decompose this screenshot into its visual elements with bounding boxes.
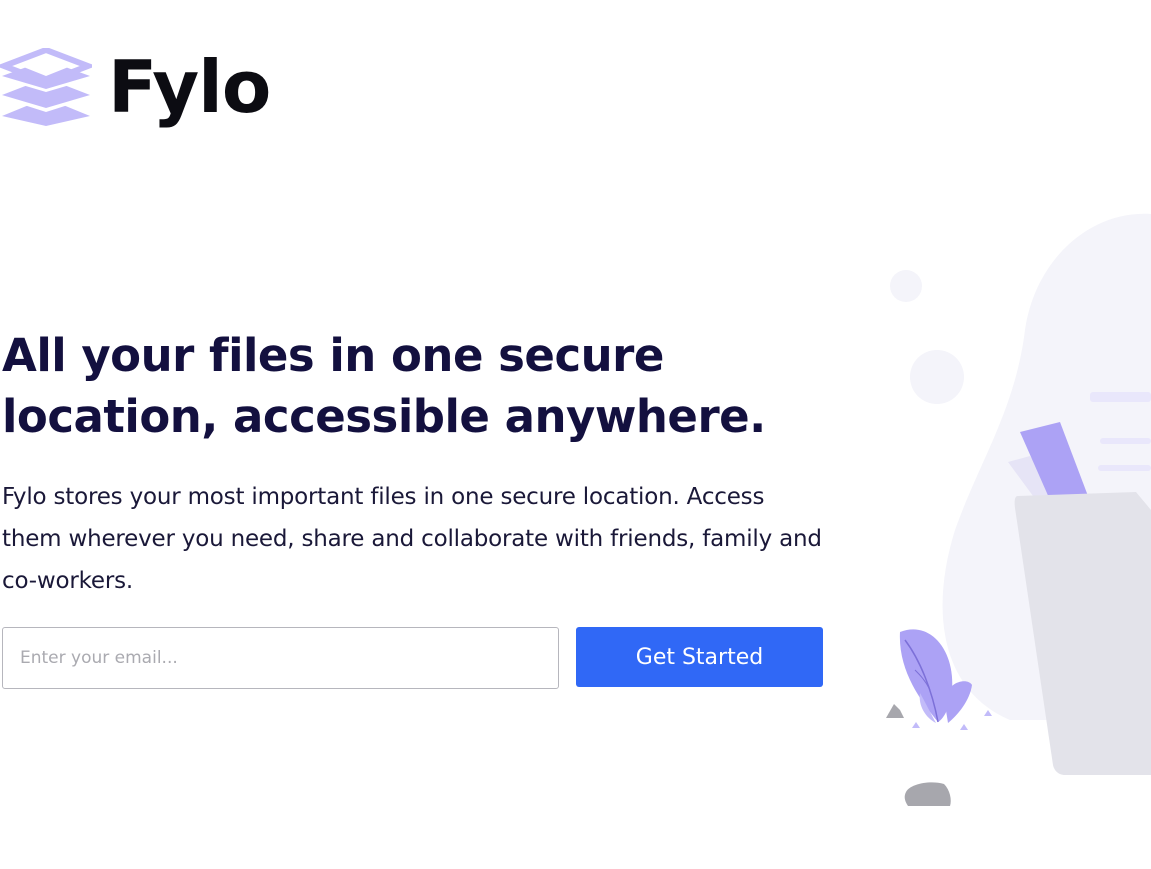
hero-headline: All your files in one secure location, a… bbox=[2, 329, 766, 443]
brand-logo[interactable]: Fylo bbox=[0, 45, 271, 129]
file-folder-illustration bbox=[886, 213, 1151, 806]
hero-description: Fylo stores your most important files in… bbox=[2, 484, 822, 594]
landing-page: Fylo All your files in one secure locati… bbox=[0, 0, 1151, 869]
email-input[interactable] bbox=[2, 627, 559, 689]
stacked-layers-icon bbox=[0, 48, 92, 126]
get-started-button[interactable]: Get Started bbox=[576, 627, 823, 687]
brand-name: Fylo bbox=[108, 45, 271, 129]
